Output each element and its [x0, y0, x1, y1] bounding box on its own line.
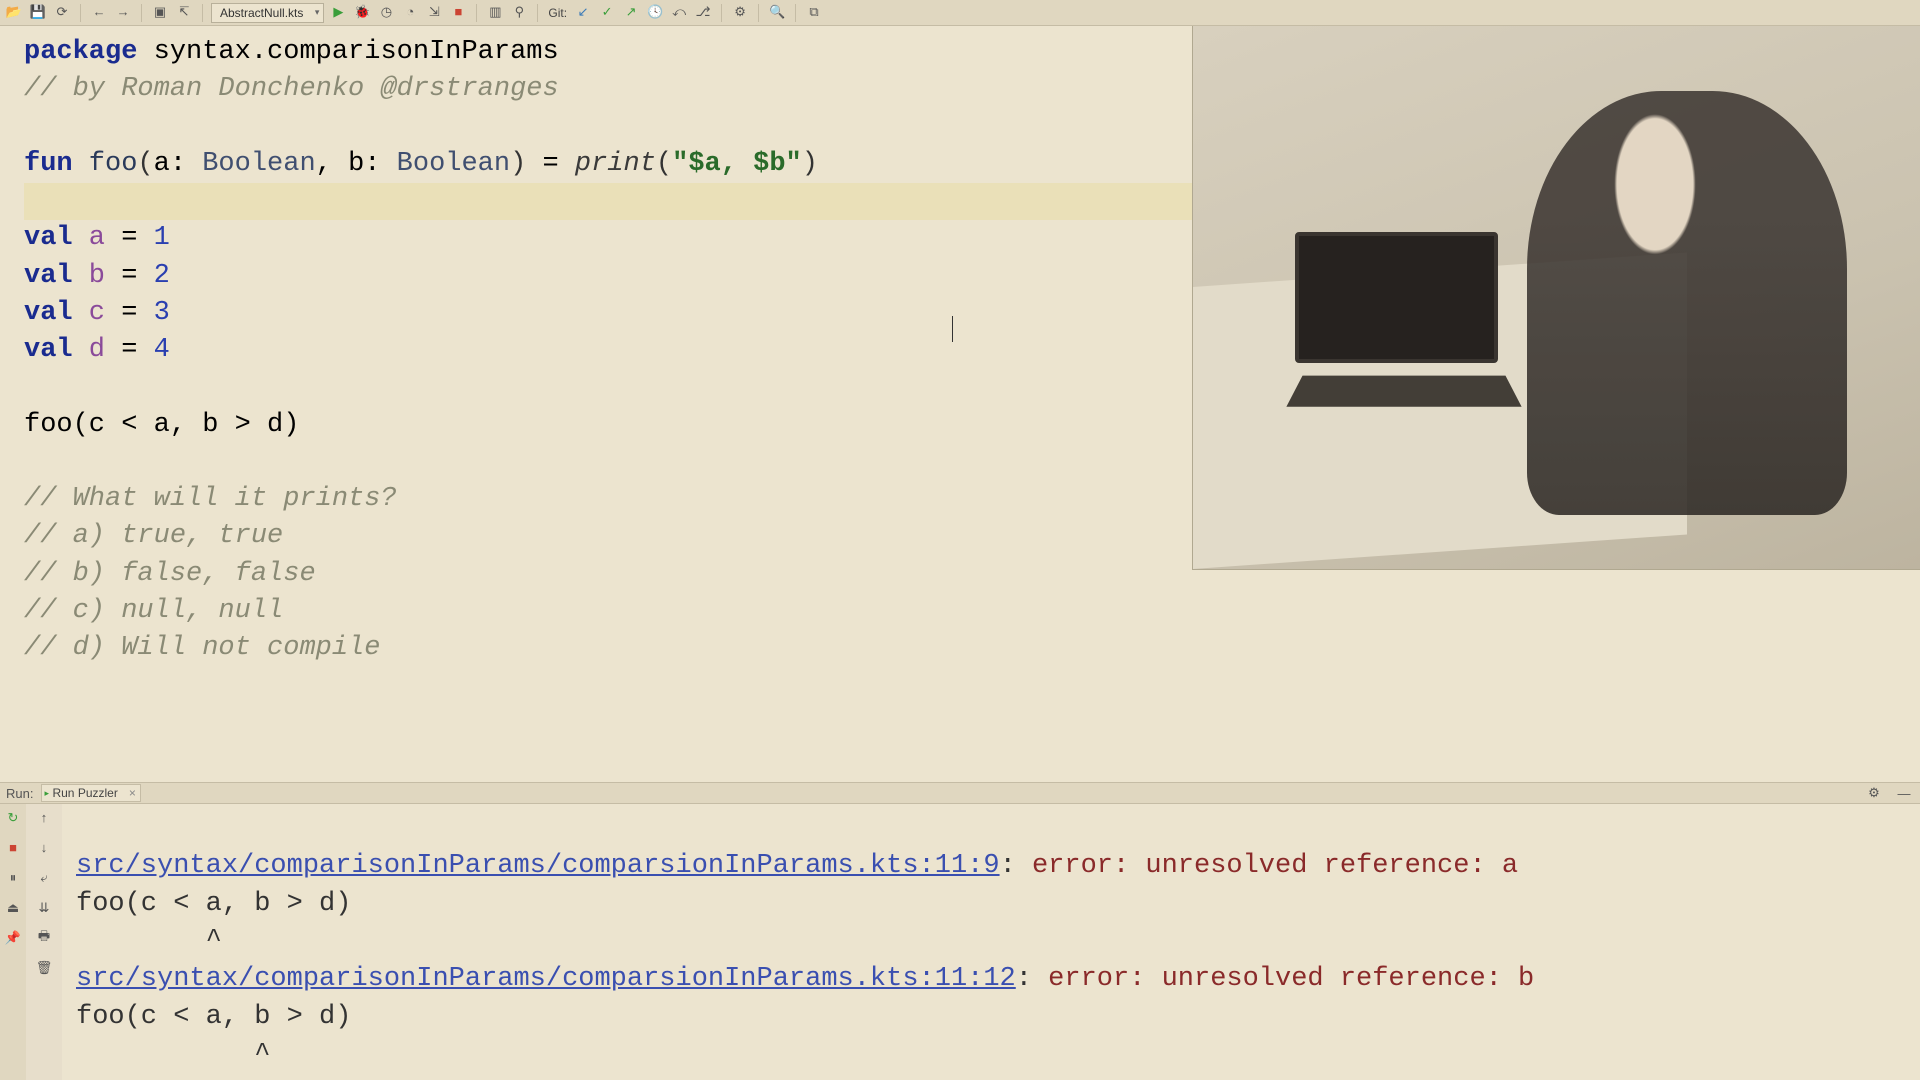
run-config-label: AbstractNull.kts: [220, 6, 303, 20]
git-revert-icon[interactable]: ⤺: [669, 3, 689, 23]
up-icon[interactable]: ↑: [34, 808, 54, 828]
down-icon[interactable]: ↓: [34, 838, 54, 858]
main-toolbar: 📂 💾 ⟳ ← → ▣ ↸ AbstractNull.kts ▶ 🐞 ◷ ◔ ⇲…: [0, 0, 1920, 26]
run-tab[interactable]: Run Puzzler: [41, 784, 140, 802]
open-icon[interactable]: 📂: [4, 3, 24, 23]
pip-person: [1527, 91, 1847, 515]
wrap-icon[interactable]: ⤶: [34, 868, 54, 888]
error-link[interactable]: src/syntax/comparisonInParams/comparsion…: [76, 964, 1016, 994]
git-branch-icon[interactable]: ⎇: [693, 3, 713, 23]
stop-icon[interactable]: ■: [448, 3, 468, 23]
back-icon[interactable]: ←: [89, 3, 109, 23]
error-source: foo(c < a, b > d): [76, 1002, 351, 1032]
separator: [758, 4, 759, 22]
profile-icon[interactable]: ◔: [400, 3, 420, 23]
run-icon[interactable]: ▶: [328, 3, 348, 23]
scroll-icon[interactable]: ⇊: [34, 898, 54, 918]
git-update-icon[interactable]: ↙: [573, 3, 593, 23]
separator: [795, 4, 796, 22]
error-link[interactable]: src/syntax/comparisonInParams/comparsion…: [76, 851, 1000, 881]
run-toolbar-left2: ↑ ↓ ⤶ ⇊ 🖶 🗑: [26, 804, 62, 1080]
run-config-dropdown[interactable]: AbstractNull.kts: [211, 3, 324, 23]
forward-icon[interactable]: →: [113, 3, 133, 23]
pip-laptop: [1295, 232, 1499, 362]
print-icon[interactable]: 🖶: [34, 928, 54, 948]
error-caret: ^: [76, 926, 222, 956]
layers-icon[interactable]: ⧉: [804, 3, 824, 23]
error-message: error: unresolved reference: a: [1032, 851, 1518, 881]
error-source: foo(c < a, b > d): [76, 889, 351, 919]
separator: [80, 4, 81, 22]
coverage-icon[interactable]: ◷: [376, 3, 396, 23]
person-icon[interactable]: ⚲: [509, 3, 529, 23]
code-line: // c) null, null: [24, 593, 1904, 630]
window-icon[interactable]: ▣: [150, 3, 170, 23]
chart-icon[interactable]: ▥: [485, 3, 505, 23]
gear-icon[interactable]: ⚙: [1864, 783, 1884, 803]
git-history-icon[interactable]: 🕓: [645, 3, 665, 23]
rerun-icon[interactable]: ↻: [3, 808, 23, 828]
search-icon[interactable]: 🔍: [767, 3, 787, 23]
attach-icon[interactable]: ⇲: [424, 3, 444, 23]
error-message: error: unresolved reference: b: [1048, 964, 1534, 994]
pip-keyboard: [1286, 375, 1522, 406]
separator: [141, 4, 142, 22]
separator: [721, 4, 722, 22]
run-panel-header: Run: Run Puzzler ⚙ —: [0, 782, 1920, 804]
error-caret: ^: [76, 1040, 270, 1070]
pin-icon[interactable]: 📌: [3, 928, 23, 948]
pause-icon[interactable]: ⏸: [3, 868, 23, 888]
debug-icon[interactable]: 🐞: [352, 3, 372, 23]
code-line: // d) Will not compile: [24, 630, 1904, 667]
run-tab-label: Run Puzzler: [52, 786, 117, 800]
run-panel-label: Run:: [6, 786, 33, 801]
webcam-overlay: [1192, 26, 1920, 570]
save-icon[interactable]: 💾: [28, 3, 48, 23]
git-label: Git:: [546, 6, 569, 20]
stop-icon[interactable]: ■: [3, 838, 23, 858]
hammer-icon[interactable]: ↸: [174, 3, 194, 23]
separator: [537, 4, 538, 22]
git-commit-icon[interactable]: ✓: [597, 3, 617, 23]
settings-icon[interactable]: ⚙: [730, 3, 750, 23]
text-cursor: [952, 316, 953, 342]
refresh-icon[interactable]: ⟳: [52, 3, 72, 23]
trash-icon[interactable]: 🗑: [34, 958, 54, 978]
minimize-icon[interactable]: —: [1894, 783, 1914, 803]
run-panel: ↻ ■ ⏸ ⏏ 📌 ↑ ↓ ⤶ ⇊ 🖶 🗑 src/syntax/compari…: [0, 804, 1920, 1080]
separator: [476, 4, 477, 22]
separator: [202, 4, 203, 22]
exit-icon[interactable]: ⏏: [3, 898, 23, 918]
run-output[interactable]: src/syntax/comparisonInParams/comparsion…: [62, 804, 1920, 1080]
run-toolbar-left: ↻ ■ ⏸ ⏏ 📌: [0, 804, 26, 1080]
git-push-icon[interactable]: ↗: [621, 3, 641, 23]
